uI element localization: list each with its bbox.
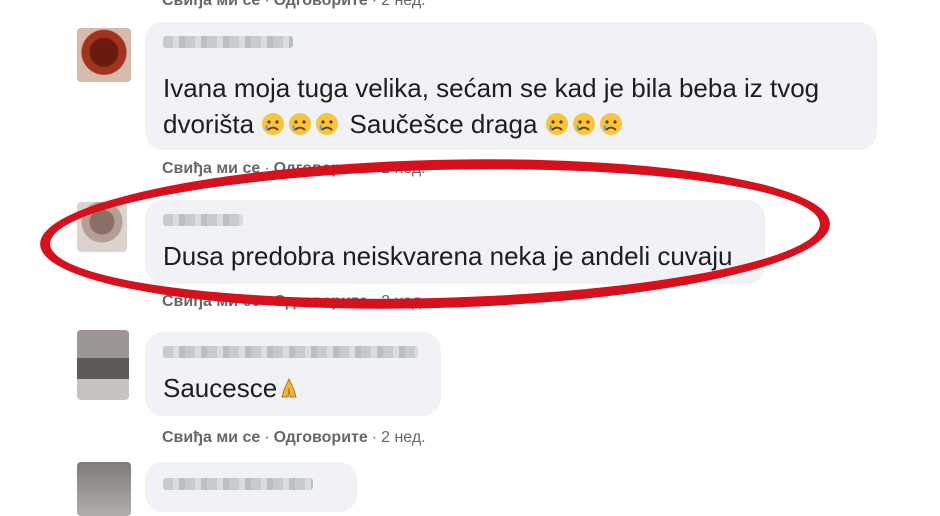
comment-bubble <box>145 462 357 512</box>
avatar[interactable] <box>77 28 131 82</box>
commenter-name-blurred[interactable] <box>163 478 313 490</box>
comment-time: 2 нед. <box>381 429 426 446</box>
crying-face-icon <box>545 113 568 135</box>
comment-bubble: Saucesce <box>145 332 441 416</box>
crying-face-icon <box>572 113 595 135</box>
comment-actions-row: Свиђа ми се · Одговорите · 2 нед. <box>162 429 426 446</box>
crying-face-icon <box>262 113 285 135</box>
reply-link[interactable]: Одговорите <box>274 0 368 9</box>
crying-face-icon <box>316 113 339 135</box>
comment-bubble: Ivana moja tuga velika, sećam se kad je … <box>145 22 877 150</box>
folded-hands-icon <box>281 377 297 398</box>
avatar[interactable] <box>77 330 129 400</box>
like-link[interactable]: Свиђа ми се <box>162 0 260 9</box>
comment-time: 2 нед. <box>381 0 426 9</box>
comment-actions-row: Свиђа ми се · Одговорите · 2 нед. <box>162 0 426 10</box>
comment-text: Ivana moja tuga velika, sećam se kad je … <box>163 73 827 139</box>
highlight-circle <box>38 149 832 319</box>
commenter-name-blurred[interactable] <box>163 346 418 358</box>
comment-text: Saucesce <box>163 370 433 406</box>
avatar[interactable] <box>77 462 131 516</box>
crying-face-icon <box>599 113 622 135</box>
reply-link[interactable]: Одговорите <box>274 429 368 446</box>
crying-face-icon <box>289 113 312 135</box>
commenter-name-blurred[interactable] <box>163 36 293 48</box>
like-link[interactable]: Свиђа ми се <box>162 429 260 446</box>
